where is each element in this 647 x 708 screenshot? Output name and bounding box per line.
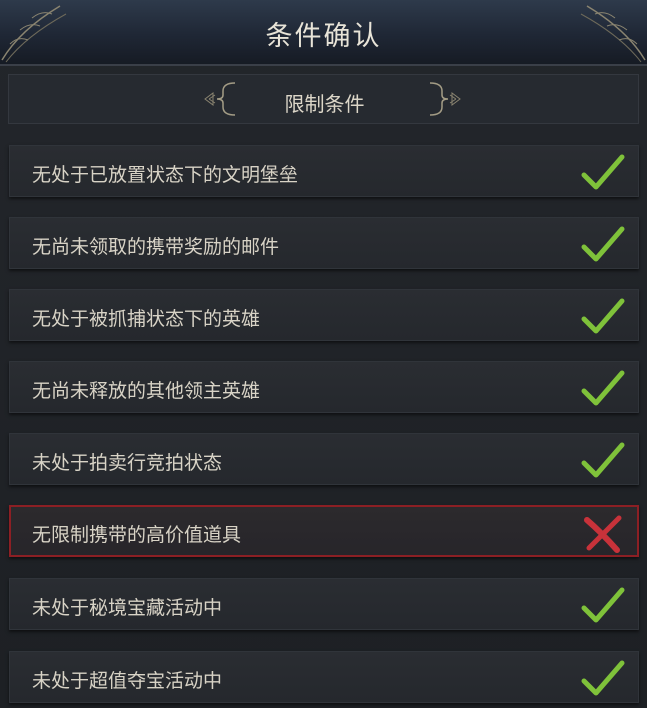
condition-label: 无尚未领取的携带奖励的邮件 — [32, 236, 280, 258]
subheader-label: 限制条件 — [284, 92, 365, 116]
condition-row: 无尚未释放的其他领主英雄 — [9, 361, 639, 413]
check-icon — [581, 587, 625, 623]
condition-row: 未处于拍卖行竞拍状态 — [9, 433, 639, 485]
dialog-title: 条件确认 — [265, 21, 382, 52]
condition-label: 无尚未释放的其他领主英雄 — [32, 380, 261, 402]
condition-row: 无处于已放置状态下的文明堡垒 — [9, 145, 639, 197]
condition-label: 无处于已放置状态下的文明堡垒 — [32, 164, 299, 186]
corner-ornament-right-icon — [580, 5, 646, 63]
check-icon — [581, 442, 625, 478]
condition-label: 无限制携带的高价值道具 — [32, 524, 242, 546]
restriction-subheader: 限制条件 — [8, 74, 639, 124]
condition-label: 未处于拍卖行竞拍状态 — [32, 452, 223, 474]
condition-label: 未处于秘境宝藏活动中 — [32, 597, 223, 619]
cross-icon — [584, 515, 622, 553]
condition-row: 无处于被抓捕状态下的英雄 — [9, 289, 639, 341]
condition-row: 无尚未领取的携带奖励的邮件 — [9, 217, 639, 269]
check-icon — [581, 154, 625, 190]
condition-confirm-dialog: 条件确认 限制条件 无处于已放置状态下的文明堡垒 无尚未领取的携带奖励的邮件 无… — [0, 0, 647, 708]
condition-row: 未处于秘境宝藏活动中 — [9, 578, 639, 630]
condition-row-failed: 无限制携带的高价值道具 — [9, 505, 639, 557]
check-icon — [581, 298, 625, 334]
title-bar: 条件确认 — [0, 0, 647, 66]
check-icon — [581, 660, 625, 696]
condition-label: 无处于被抓捕状态下的英雄 — [32, 308, 261, 330]
bracket-ornament-right-icon — [429, 82, 461, 116]
condition-label: 未处于超值夺宝活动中 — [32, 670, 223, 692]
check-icon — [581, 226, 625, 262]
check-icon — [581, 370, 625, 406]
condition-row: 未处于超值夺宝活动中 — [9, 651, 639, 703]
